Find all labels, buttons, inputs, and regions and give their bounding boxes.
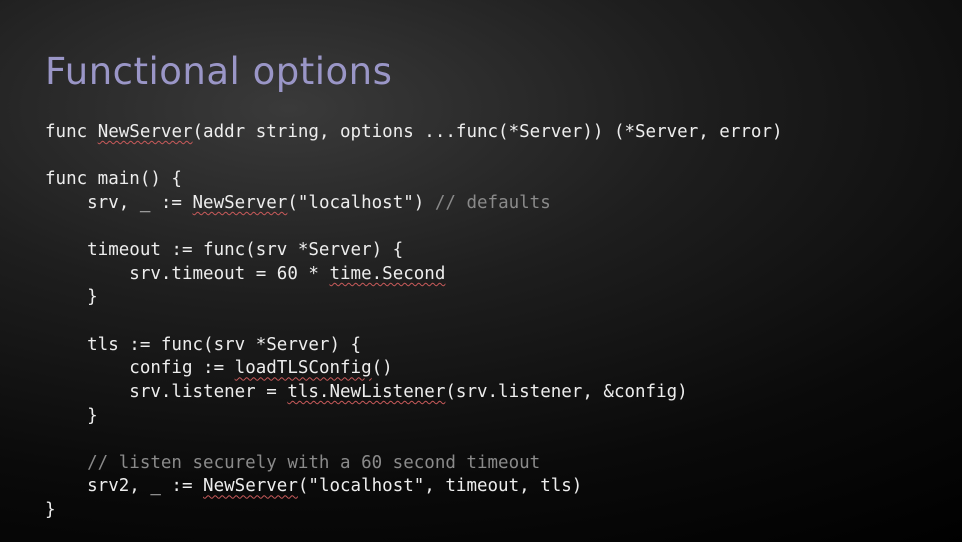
code-line-12: srv.listener = tls.NewListener(srv.liste… <box>45 382 688 402</box>
identifier-newserver-call2: NewServer <box>203 476 298 496</box>
identifier-loadtlsconfig: loadTLSConfig <box>235 358 372 378</box>
code-line-17: } <box>45 500 56 520</box>
code-line-13: } <box>45 406 98 426</box>
identifier-tls-newlistener: tls.NewListener <box>287 382 445 402</box>
identifier-newserver-call1: NewServer <box>193 193 288 213</box>
identifier-newserver: NewServer <box>98 122 193 142</box>
code-line-11: config := loadTLSConfig() <box>45 358 393 378</box>
code-line-8: } <box>45 287 98 307</box>
code-line-3: func main() { <box>45 169 182 189</box>
code-line-15: // listen securely with a 60 second time… <box>45 453 540 473</box>
slide: Functional options func NewServer(addr s… <box>0 0 962 542</box>
comment-defaults: // defaults <box>435 193 551 213</box>
code-line-7: srv.timeout = 60 * time.Second <box>45 264 445 284</box>
code-line-6: timeout := func(srv *Server) { <box>45 240 403 260</box>
code-line-10: tls := func(srv *Server) { <box>45 335 361 355</box>
identifier-time-second: time.Second <box>329 264 445 284</box>
slide-title: Functional options <box>45 50 917 93</box>
code-line-16: srv2, _ := NewServer("localhost", timeou… <box>45 476 582 496</box>
code-block: func NewServer(addr string, options ...f… <box>45 121 917 523</box>
code-line-1: func NewServer(addr string, options ...f… <box>45 122 783 142</box>
code-line-4: srv, _ := NewServer("localhost") // defa… <box>45 193 551 213</box>
